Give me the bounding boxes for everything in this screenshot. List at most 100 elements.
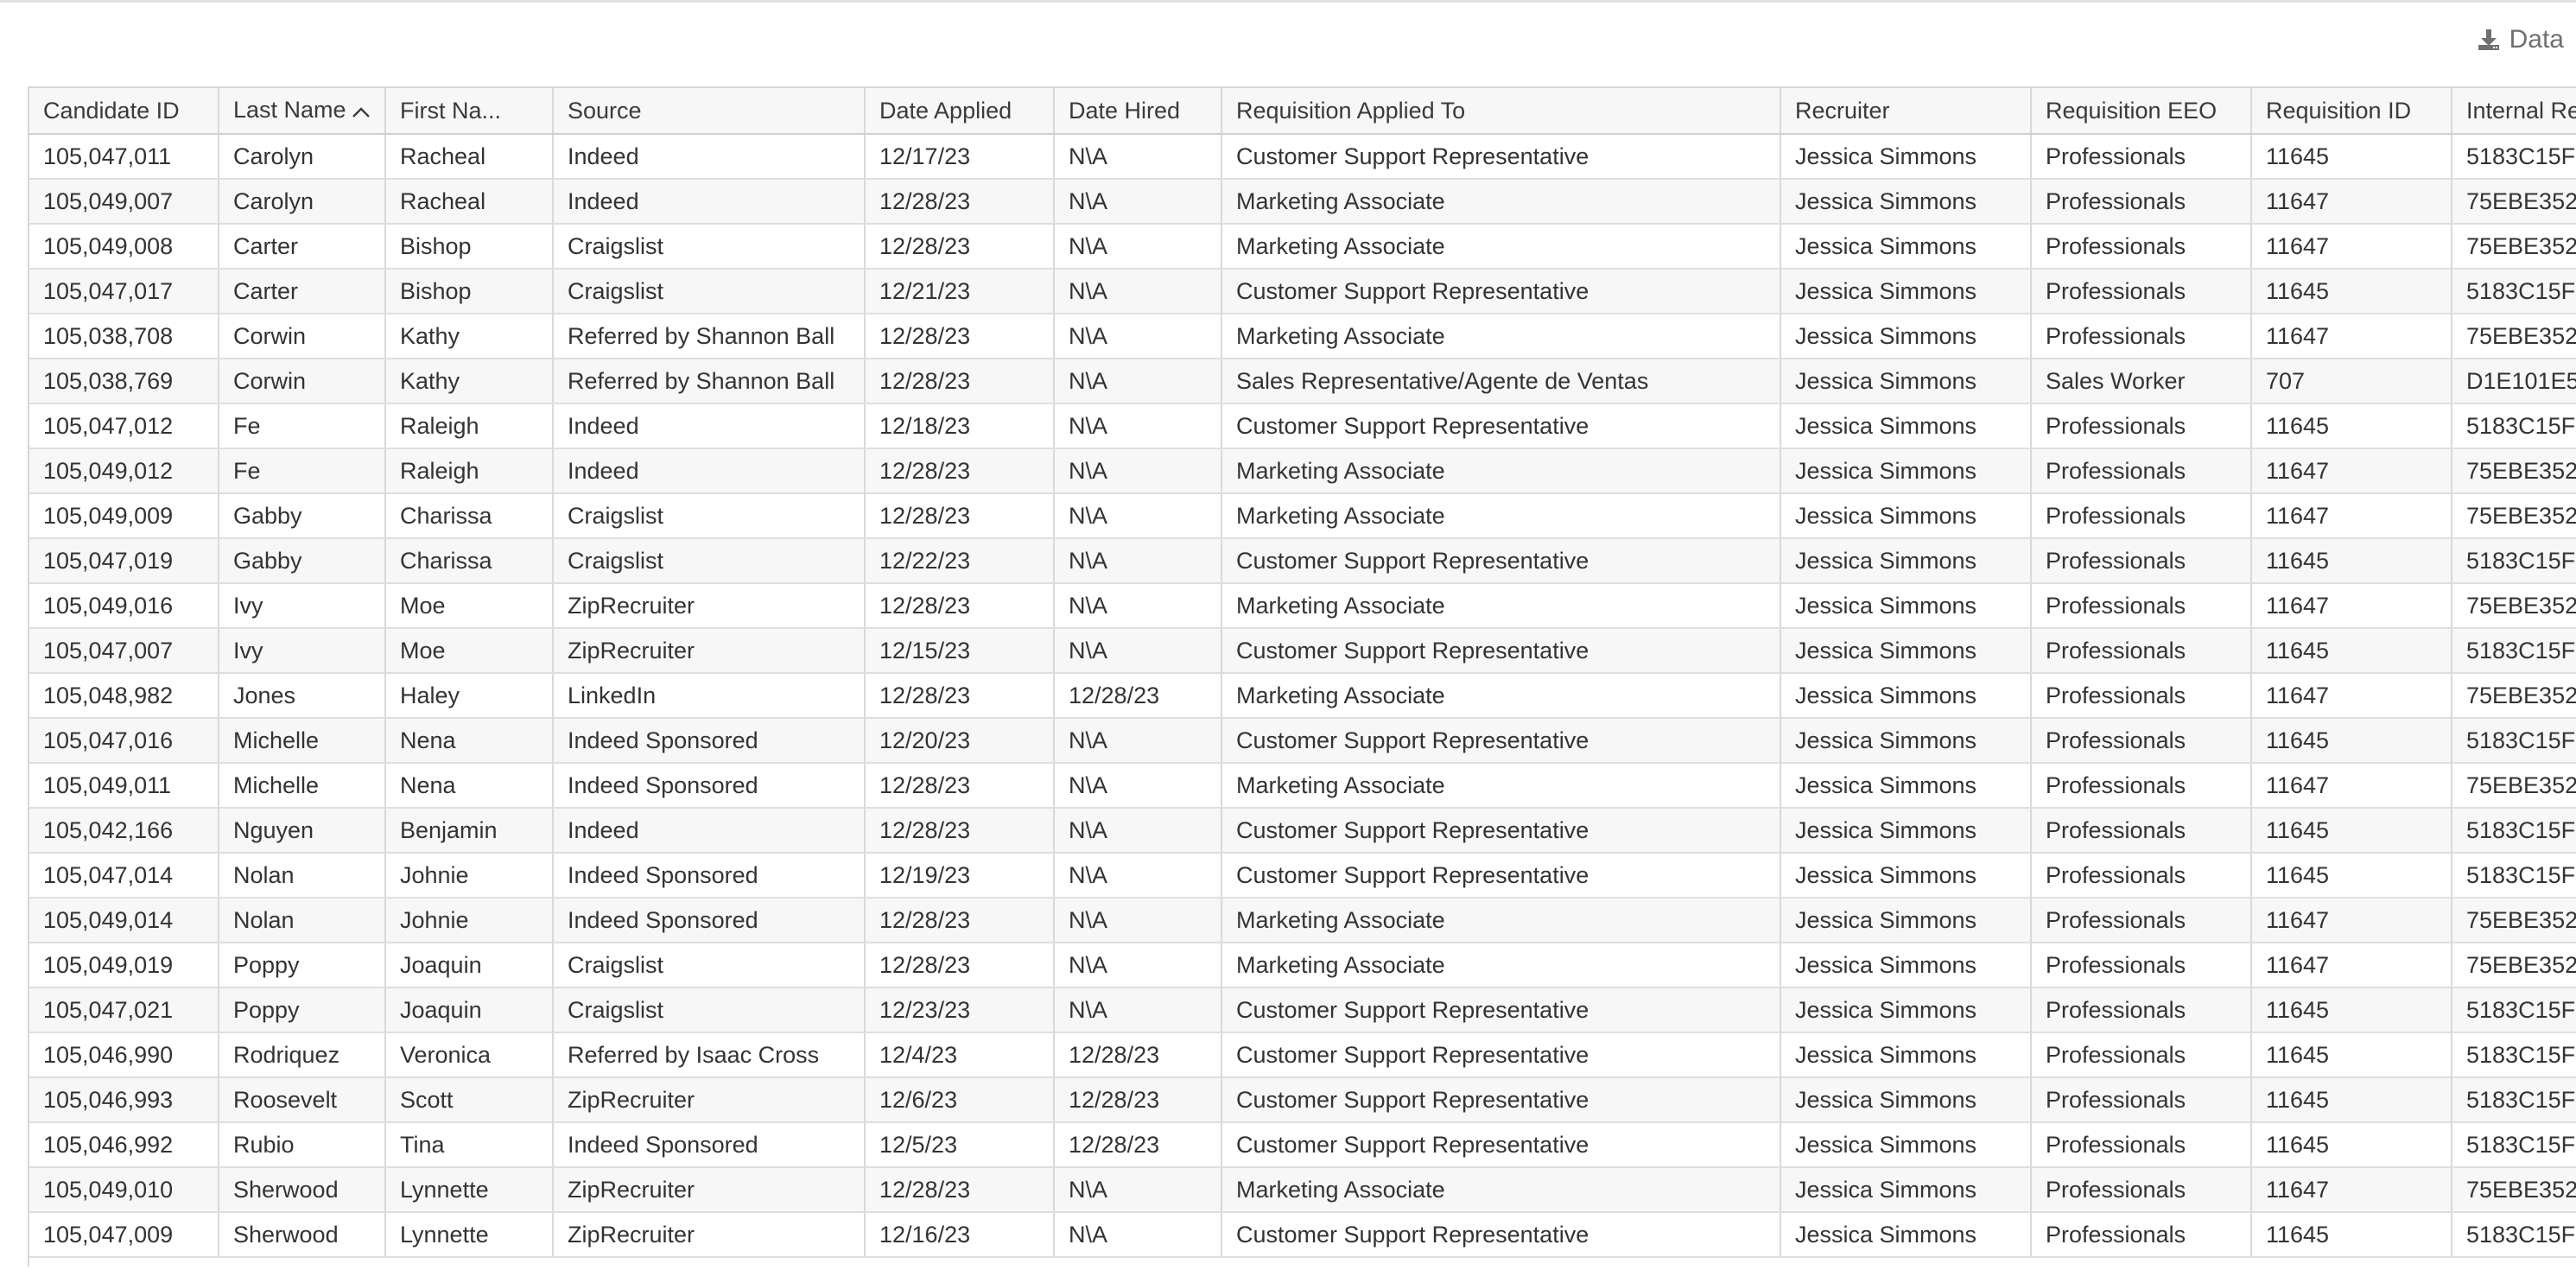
requisition-cell: Customer Support Representative (1221, 718, 1781, 764)
requisition-id-cell: 11647 (2251, 314, 2452, 359)
table-row[interactable]: 105,049,019 Poppy Joaquin Craigslist 12/28/2… (29, 943, 2576, 988)
candidates-table-container[interactable]: Candidate ID Last Name First Na... Sourc… (28, 86, 2576, 1268)
last-name-cell: Fe (219, 403, 386, 449)
requisition-id-cell: 11645 (2251, 853, 2452, 899)
table-row[interactable]: 105,047,014 Nolan Johnie Indeed Sponsored 12… (29, 853, 2576, 899)
table-row[interactable]: 105,048,982 Jones Haley LinkedIn 12/28/23 12/… (29, 673, 2576, 719)
recruiter-cell: Jessica Simmons (1780, 943, 2032, 988)
column-header-first-name[interactable]: First Na... (385, 88, 554, 135)
first-name-cell: Lynnette (385, 1167, 554, 1213)
table-row[interactable]: 105,049,008 Carter Bishop Craigslist 12/28/2… (29, 224, 2576, 270)
last-name-cell: Ivy (219, 628, 386, 674)
table-row[interactable]: 105,038,708 Corwin Kathy Referred by Shanno… (29, 314, 2576, 359)
date-hired-cell: 12/28/23 (1054, 1122, 1222, 1168)
source-cell: Indeed (553, 134, 866, 180)
column-header-last-name[interactable]: Last Name (219, 88, 386, 135)
date-applied-cell: 12/6/23 (865, 1077, 1055, 1123)
date-hired-cell: 12/28/23 (1054, 1077, 1222, 1123)
table-row[interactable]: 105,049,011 Michelle Nena Indeed Sponsored 1… (29, 763, 2576, 809)
requisition-cell: Customer Support Representative (1221, 403, 1781, 449)
table-row[interactable]: 105,049,014 Nolan Johnie Indeed Sponsored 12… (29, 898, 2576, 943)
column-header-internal-ref[interactable]: Internal Re (2452, 88, 2576, 135)
table-row[interactable]: 105,047,007 Ivy Moe ZipRecruiter 12/15/23 N\A… (29, 628, 2576, 674)
requisition-id-cell: 11645 (2251, 628, 2452, 674)
table-row[interactable]: 105,049,016 Ivy Moe ZipRecruiter 12/28/23 N\A… (29, 583, 2576, 629)
eeo-cell: Sales Worker (2031, 359, 2252, 404)
internal-ref-cell: 5183C15F- (2452, 808, 2576, 854)
eeo-cell: Professionals (2031, 448, 2252, 494)
table-row[interactable]: 105,046,992 Rubio Tina Indeed Sponsored 12/5… (29, 1122, 2576, 1168)
date-applied-cell: 12/4/23 (865, 1032, 1055, 1078)
recruiter-cell: Jessica Simmons (1780, 853, 2032, 899)
first-name-cell: Joaquin (385, 943, 554, 988)
requisition-id-cell: 11645 (2251, 987, 2452, 1033)
date-applied-cell: 12/21/23 (865, 269, 1055, 314)
column-header-requisition-eeo[interactable]: Requisition EEO (2031, 88, 2252, 135)
date-hired-cell: N\A (1054, 359, 1222, 404)
table-row[interactable]: 105,047,019 Gabby Charissa Craigslist 12/22/… (29, 538, 2576, 584)
last-name-cell: Nguyen (219, 808, 386, 854)
first-name-cell: Nena (385, 718, 554, 764)
internal-ref-cell: 75EBE352- (2452, 898, 2576, 943)
table-row[interactable]: 105,047,012 Fe Raleigh Indeed 12/18/23 N\A Cus… (29, 403, 2576, 449)
date-hired-cell: N\A (1054, 134, 1222, 180)
recruiter-cell: Jessica Simmons (1780, 224, 2032, 270)
table-row[interactable]: 105,047,011 Carolyn Racheal Indeed 12/17/23 N… (29, 134, 2576, 180)
requisition-id-cell: 11647 (2251, 943, 2452, 988)
source-cell: ZipRecruiter (553, 1167, 866, 1213)
column-header-date-hired[interactable]: Date Hired (1054, 88, 1222, 135)
date-applied-cell: 12/28/23 (865, 314, 1055, 359)
table-row[interactable]: 105,047,017 Carter Bishop Craigslist 12/21/2… (29, 269, 2576, 314)
date-hired-cell: N\A (1054, 538, 1222, 584)
source-cell: Indeed Sponsored (553, 718, 866, 764)
requisition-cell: Customer Support Representative (1221, 538, 1781, 584)
column-header-source[interactable]: Source (553, 88, 866, 135)
internal-ref-cell: 5183C15F- (2452, 718, 2576, 764)
column-header-recruiter[interactable]: Recruiter (1780, 88, 2032, 135)
first-name-cell: Charissa (385, 538, 554, 584)
table-row[interactable]: 105,047,021 Poppy Joaquin Craigslist 12/23/2… (29, 987, 2576, 1033)
requisition-cell: Marketing Associate (1221, 898, 1781, 943)
table-row[interactable]: 105,049,009 Gabby Charissa Craigslist 12/28/… (29, 493, 2576, 539)
last-name-cell: Michelle (219, 718, 386, 764)
table-row[interactable]: 105,038,769 Corwin Kathy Referred by Shanno… (29, 359, 2576, 404)
requisition-id-cell: 11645 (2251, 718, 2452, 764)
requisition-cell: Marketing Associate (1221, 583, 1781, 629)
column-header-candidate-id[interactable]: Candidate ID (29, 88, 219, 135)
download-data-button[interactable]: Data (2477, 22, 2564, 57)
source-cell: LinkedIn (553, 673, 866, 719)
eeo-cell: Professionals (2031, 898, 2252, 943)
column-header-requisition-id[interactable]: Requisition ID (2251, 88, 2452, 135)
date-applied-cell: 12/5/23 (865, 1122, 1055, 1168)
last-name-cell: Poppy (219, 943, 386, 988)
table-row[interactable]: 105,042,166 Nguyen Benjamin Indeed 12/28/23 N… (29, 808, 2576, 854)
requisition-cell: Customer Support Representative (1221, 853, 1781, 899)
table-row[interactable]: 105,046,993 Roosevelt Scott ZipRecruiter 12/… (29, 1077, 2576, 1123)
eeo-cell: Professionals (2031, 673, 2252, 719)
date-hired-cell: N\A (1054, 1167, 1222, 1213)
table-row[interactable]: 105,047,009 Sherwood Lynnette ZipRecruiter 1… (29, 1212, 2576, 1258)
requisition-cell: Marketing Associate (1221, 943, 1781, 988)
table-row[interactable]: 105,047,016 Michelle Nena Indeed Sponsored 1… (29, 718, 2576, 764)
recruiter-cell: Jessica Simmons (1780, 269, 2032, 314)
recruiter-cell: Jessica Simmons (1780, 987, 2032, 1033)
date-hired-cell: N\A (1054, 224, 1222, 270)
recruiter-cell: Jessica Simmons (1780, 718, 2032, 764)
date-applied-cell: 12/19/23 (865, 853, 1055, 899)
recruiter-cell: Jessica Simmons (1780, 898, 2032, 943)
column-header-date-applied[interactable]: Date Applied (865, 88, 1055, 135)
column-header-requisition-applied-to[interactable]: Requisition Applied To (1221, 88, 1781, 135)
table-row[interactable]: 105,049,007 Carolyn Racheal Indeed 12/28/23 N… (29, 179, 2576, 225)
requisition-id-cell: 11647 (2251, 673, 2452, 719)
date-applied-cell: 12/28/23 (865, 943, 1055, 988)
requisition-id-cell: 11645 (2251, 538, 2452, 584)
date-applied-cell: 12/28/23 (865, 763, 1055, 809)
eeo-cell: Professionals (2031, 1122, 2252, 1168)
last-name-cell: Corwin (219, 314, 386, 359)
requisition-cell: Customer Support Representative (1221, 987, 1781, 1033)
last-name-cell: Carolyn (219, 179, 386, 225)
table-row[interactable]: 105,049,010 Sherwood Lynnette ZipRecruiter 1… (29, 1167, 2576, 1213)
candidate-id-cell: 105,047,007 (29, 628, 219, 674)
table-row[interactable]: 105,049,012 Fe Raleigh Indeed 12/28/23 N\A Mar… (29, 448, 2576, 494)
table-row[interactable]: 105,046,990 Rodriquez Veronica Referred by … (29, 1032, 2576, 1078)
